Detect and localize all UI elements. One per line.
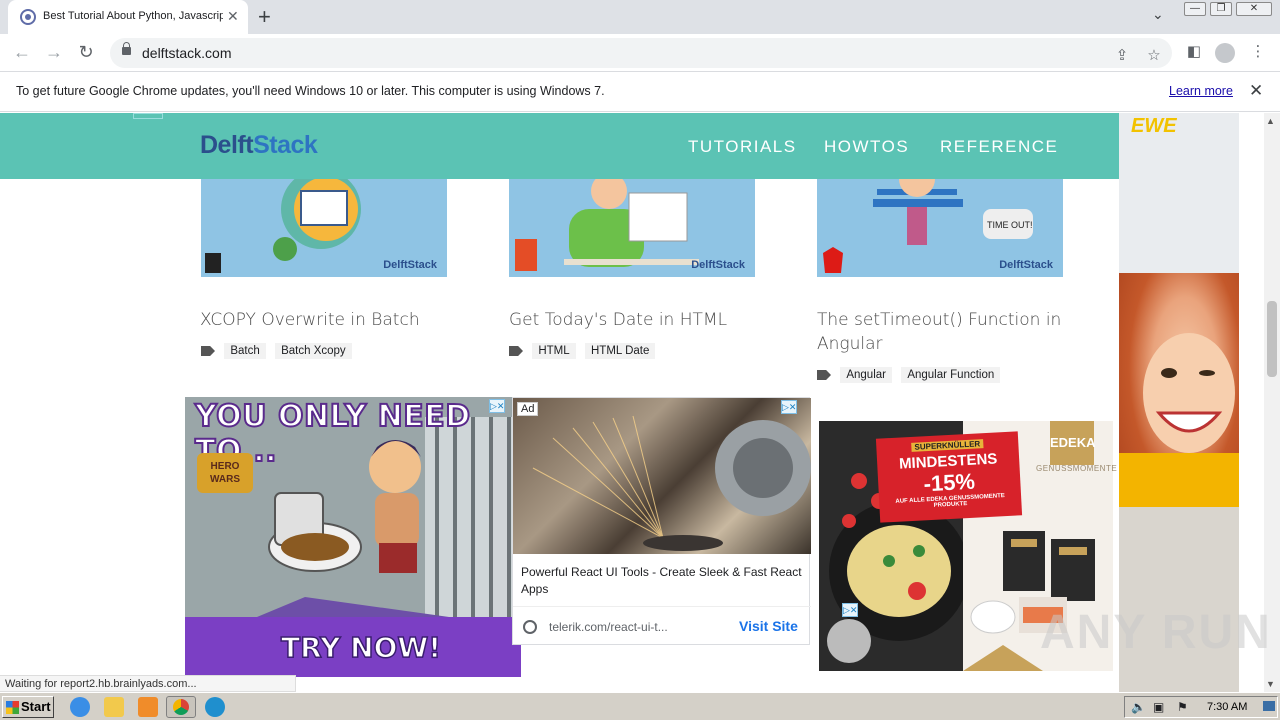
article-thumbnail[interactable]: DelftStack	[509, 179, 755, 277]
tag-chip[interactable]: Angular Function	[901, 367, 1001, 383]
lock-icon[interactable]	[122, 42, 131, 55]
telerik-ad-image	[513, 398, 811, 554]
reload-icon[interactable]: ↻	[76, 42, 96, 63]
edeka-tagline: GENUSSMOMENTE	[1036, 464, 1118, 473]
site-favicon-icon	[20, 9, 36, 25]
telerik-ad[interactable]: Ad ▷✕ Powerful React UI Tools - Create S…	[512, 397, 811, 646]
windows-flag-icon	[6, 701, 19, 714]
volume-icon[interactable]: 🔈	[1131, 700, 1146, 714]
ad-label: Ad	[517, 402, 539, 416]
thumbnail-brand: DelftStack	[999, 259, 1053, 271]
grinder-sparks	[532, 415, 811, 551]
edeka-logo: EDEKA	[1050, 421, 1096, 465]
anyrun-watermark: ANY RUN	[1040, 606, 1272, 659]
tag-icon	[817, 370, 831, 380]
svg-text:TIME OUT!: TIME OUT!	[987, 220, 1033, 230]
tag-list: HTML HTML Date	[509, 343, 661, 361]
thumbnail-brand: DelftStack	[383, 259, 437, 271]
herowars-cta-label: TRY NOW!	[280, 630, 442, 665]
scroll-up-icon[interactable]: ▲	[1266, 116, 1275, 126]
telerik-ad-description[interactable]: Powerful React UI Tools - Create Sleek &…	[521, 564, 803, 598]
globe-icon	[523, 620, 537, 634]
adchoices-icon[interactable]: ▷✕	[842, 603, 858, 617]
tag-chip[interactable]: Batch	[224, 343, 266, 359]
tag-chip[interactable]: HTML	[532, 343, 576, 359]
tab-strip: Best Tutorial About Python, Javascript ✕…	[0, 0, 1280, 34]
address-bar[interactable]: delftstack.com ⇪ ☆	[110, 38, 1172, 68]
herowars-cta[interactable]: TRY NOW!	[185, 617, 521, 677]
infobar-close-icon[interactable]: ✕	[1249, 81, 1263, 101]
tab-close-icon[interactable]: ✕	[227, 8, 239, 25]
tab-title: Best Tutorial About Python, Javascript	[43, 10, 223, 22]
profile-avatar-icon[interactable]	[1215, 43, 1235, 63]
network-icon[interactable]: ▣	[1153, 700, 1164, 714]
tag-icon	[201, 346, 215, 356]
chrome-icon	[173, 699, 189, 715]
adchoices-icon[interactable]: ▷✕	[489, 399, 505, 413]
article-title[interactable]: XCOPY Overwrite in Batch	[200, 308, 446, 332]
scroll-down-icon[interactable]: ▼	[1266, 679, 1275, 689]
article-thumbnail[interactable]: DelftStack	[201, 179, 447, 277]
browser-toolbar: ← → ↻ delftstack.com ⇪ ☆ ◧ ⋮	[0, 34, 1280, 72]
adchoices-icon[interactable]: ▷✕	[781, 400, 797, 414]
tag-chip[interactable]: Batch Xcopy	[275, 343, 352, 359]
ewe-logo: EWE	[1131, 115, 1177, 137]
article-title[interactable]: Get Today's Date in HTML	[509, 308, 755, 332]
minimize-button[interactable]: —	[1184, 2, 1206, 16]
infobar-message: To get future Google Chrome updates, you…	[16, 84, 605, 98]
explorer-icon[interactable]	[104, 697, 124, 717]
bookmark-star-icon[interactable]: ☆	[1144, 46, 1164, 64]
restore-button[interactable]: ❐	[1210, 2, 1232, 16]
forward-icon[interactable]: →	[44, 42, 64, 63]
tag-list: Angular Angular Function	[817, 367, 1006, 385]
media-player-icon[interactable]	[138, 697, 158, 717]
nav-howtos[interactable]: HOWTOS	[824, 137, 909, 157]
edeka-promo-banner[interactable]: SUPERKNÜLLER MINDESTENS -15% AUF ALLE ED…	[875, 431, 1023, 523]
back-icon[interactable]: ←	[12, 42, 32, 63]
chrome-taskbar-button[interactable]	[166, 696, 196, 718]
site-header: DelftStack TUTORIALS HOWTOS REFERENCE	[0, 113, 1238, 179]
browser-tab[interactable]: Best Tutorial About Python, Javascript ✕	[8, 0, 248, 34]
herowars-ad[interactable]: YOU ONLY NEED TO... HERO WARS TRY NOW! ▷…	[185, 397, 521, 677]
visit-site-button[interactable]: Visit Site	[739, 618, 798, 634]
url-text[interactable]: delftstack.com	[142, 45, 231, 61]
article-thumbnail[interactable]: TIME OUT! DelftStack	[817, 179, 1063, 277]
close-window-button[interactable]: ✕	[1236, 2, 1272, 16]
telerik-ad-footer: telerik.com/react-ui-t... Visit Site	[513, 606, 811, 646]
chrome-menu-icon[interactable]: ⋮	[1248, 42, 1268, 60]
learn-more-link[interactable]: Learn more	[1169, 84, 1233, 98]
show-desktop-icon[interactable]	[1263, 701, 1275, 711]
promo-top: SUPERKNÜLLER	[911, 439, 984, 452]
flag-icon[interactable]: ⚑	[1177, 700, 1188, 714]
share-icon[interactable]: ⇪	[1112, 46, 1132, 64]
ad-marker	[133, 113, 163, 119]
logo-part-stack: Stack	[253, 131, 318, 159]
tag-list: Batch Batch Xcopy	[201, 343, 358, 361]
side-panel-icon[interactable]: ◧	[1184, 42, 1204, 60]
site-logo[interactable]: DelftStack	[200, 131, 318, 160]
herowars-logo: HERO WARS	[197, 453, 253, 493]
nav-reference[interactable]: REFERENCE	[940, 137, 1058, 157]
thumbnail-brand: DelftStack	[691, 259, 745, 271]
status-bubble: Waiting for report2.hb.brainlyads.com...	[0, 675, 296, 692]
yellow-sweater	[1119, 453, 1239, 507]
tag-chip[interactable]: HTML Date	[585, 343, 656, 359]
windows-taskbar: Start 🔈 ▣ ⚑ 7:30 AM	[0, 692, 1280, 720]
article-title[interactable]: The setTimeout() Function in Angular	[817, 308, 1063, 356]
telerik-ad-domain[interactable]: telerik.com/react-ui-t...	[549, 620, 668, 634]
edge-icon[interactable]	[205, 697, 225, 717]
tag-chip[interactable]: Angular	[840, 367, 892, 383]
start-label: Start	[21, 699, 51, 714]
tag-icon	[509, 346, 523, 356]
logo-part-delft: Delft	[200, 131, 254, 159]
ie-icon[interactable]	[70, 697, 90, 717]
system-tray: 🔈 ▣ ⚑	[1124, 696, 1278, 718]
update-infobar: To get future Google Chrome updates, you…	[0, 72, 1280, 112]
start-button[interactable]: Start	[2, 696, 54, 718]
nav-tutorials[interactable]: TUTORIALS	[688, 137, 797, 157]
taskbar-clock[interactable]: 7:30 AM	[1207, 701, 1247, 713]
new-tab-button[interactable]: +	[258, 4, 271, 30]
scrollbar-thumb[interactable]	[1267, 301, 1277, 377]
tab-search-icon[interactable]: ⌄	[1152, 6, 1164, 23]
